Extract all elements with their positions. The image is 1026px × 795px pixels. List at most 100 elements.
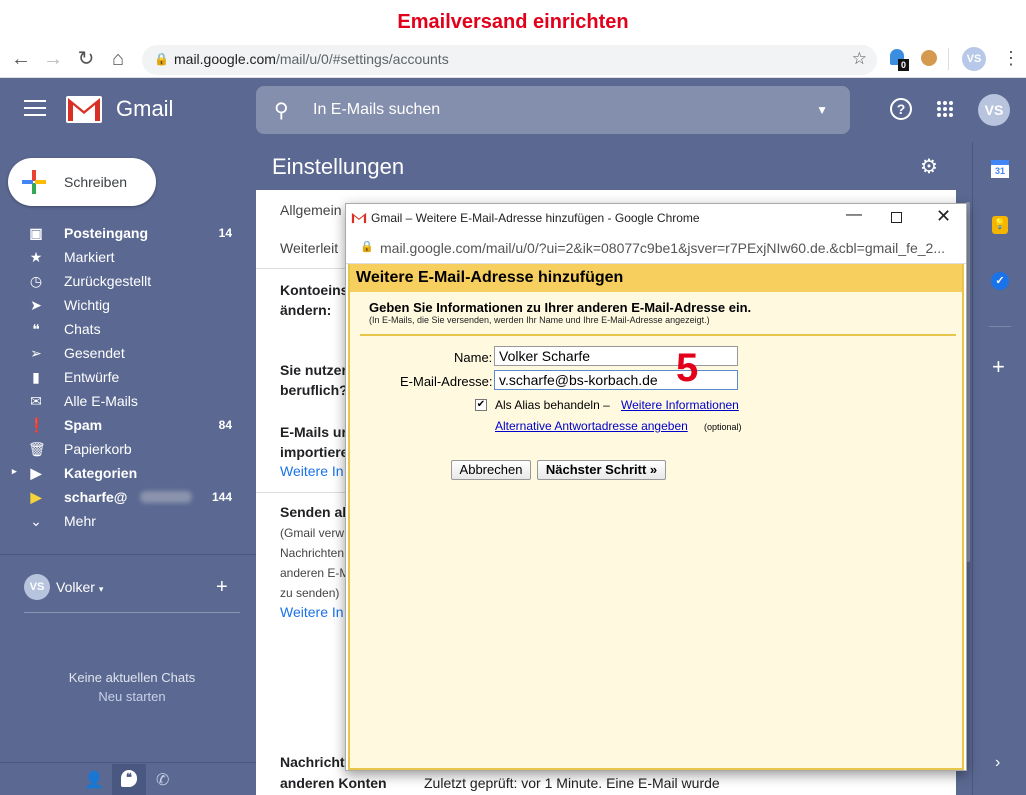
expand-arrow-icon[interactable]: ▸	[12, 466, 17, 477]
nav-item-spam[interactable]: ❗ Spam 84	[0, 414, 256, 438]
section-sendas-label: Senden als	[280, 504, 354, 520]
compose-button[interactable]: Schreiben	[8, 158, 156, 206]
maximize-icon[interactable]	[891, 212, 902, 223]
important-icon: ➤	[30, 297, 42, 313]
nav-label: Posteingang	[64, 225, 149, 241]
next-step-button[interactable]: Nächster Schritt »	[537, 460, 666, 480]
reload-icon[interactable]: ↻	[75, 48, 97, 70]
apps-grid-icon[interactable]	[936, 100, 954, 118]
settings-gear-icon[interactable]: ⚙	[920, 154, 938, 179]
search-input[interactable]: In E-Mails suchen	[313, 101, 440, 119]
nav-item-categories[interactable]: ▸ ▶ Kategorien	[0, 462, 256, 486]
nav-item-more[interactable]: ⌄ Mehr	[0, 510, 256, 534]
popup-heading-bar: Weitere E-Mail-Adresse hinzufügen	[350, 264, 962, 292]
close-icon[interactable]: ✕	[936, 206, 951, 227]
main-menu-icon[interactable]	[24, 100, 46, 118]
keep-icon[interactable]: 💡	[992, 216, 1008, 234]
minimize-icon[interactable]: —	[846, 206, 862, 224]
compose-label: Schreiben	[64, 174, 128, 190]
profile-avatar[interactable]: VS	[962, 47, 986, 71]
nav-item-starred[interactable]: ★ Markiert	[0, 246, 256, 270]
tasks-icon[interactable]: ✓	[991, 272, 1009, 290]
nav-label: Chats	[64, 321, 101, 337]
gmail-logo-text: Gmail	[116, 96, 174, 121]
hangouts-tab[interactable]: ❝	[112, 764, 146, 795]
account-avatar[interactable]: VS	[978, 94, 1010, 126]
name-label: Name:	[454, 350, 493, 365]
nav-item-sent[interactable]: ➢ Gesendet	[0, 342, 256, 366]
send-icon: ➢	[30, 345, 42, 361]
nav-label: Wichtig	[64, 297, 110, 313]
search-bar[interactable]: ⚲ In E-Mails suchen ▼	[256, 86, 850, 134]
cancel-button[interactable]: Abbrechen	[451, 460, 531, 480]
alias-checkbox[interactable]: ✔	[475, 399, 487, 411]
label-yellow-icon: ▶	[30, 489, 42, 505]
compose-plus-icon	[22, 170, 46, 194]
sendas-info-link[interactable]: Weitere In	[280, 604, 344, 620]
hangouts-user[interactable]: Volker ▾	[56, 579, 103, 595]
tab-general[interactable]: Allgemein	[280, 202, 341, 218]
popup-address-bar[interactable]: 🔒 mail.google.com/mail/u/0/?ui=2&ik=0807…	[346, 232, 966, 264]
step-marker: 5	[676, 346, 699, 390]
nav-item-inbox[interactable]: ▣ Posteingang 14	[0, 222, 256, 246]
popup-titlebar: Gmail – Weitere E-Mail-Adresse hinzufüge…	[346, 204, 966, 232]
home-icon[interactable]: ⌂	[107, 48, 129, 70]
nav-item-important[interactable]: ➤ Wichtig	[0, 294, 256, 318]
nav-item-chats[interactable]: ❝ Chats	[0, 318, 256, 342]
nav-label: scharfe@	[64, 489, 128, 505]
nav-item-trash[interactable]: 🗑 Papierkorb	[0, 438, 256, 462]
trash-icon: 🗑	[28, 441, 46, 457]
nav-label: Entwürfe	[64, 369, 120, 385]
cookie-extension-icon[interactable]	[921, 50, 937, 66]
gmail-logo-icon	[66, 96, 102, 123]
name-field[interactable]: Volker Scharfe	[494, 346, 738, 366]
extension-icon[interactable]: 0	[890, 49, 909, 71]
nav-count: 144	[211, 490, 232, 504]
popup-window: Gmail – Weitere E-Mail-Adresse hinzufüge…	[345, 203, 967, 771]
chrome-menu-icon[interactable]: ⋮	[1002, 48, 1020, 68]
back-icon[interactable]: ←	[10, 48, 32, 70]
page-title: Einstellungen	[272, 154, 405, 179]
reply-address-link[interactable]: Alternative Antwortadresse angeben	[495, 419, 688, 433]
nav-item-all-mail[interactable]: ✉ Alle E-Mails	[0, 390, 256, 414]
contacts-icon[interactable]: 👤	[84, 770, 104, 790]
lock-icon: 🔒	[154, 52, 169, 66]
alias-info-link[interactable]: Weitere Informationen	[621, 398, 739, 412]
forward-icon[interactable]: →	[42, 48, 64, 70]
chat-icon: ❝	[32, 321, 40, 337]
calendar-icon[interactable]: 31	[991, 160, 1009, 178]
tab-forwarding[interactable]: Weiterleit	[280, 240, 338, 256]
start-chat-link[interactable]: Neu starten	[0, 689, 264, 704]
nav-label: Zurückgestellt	[64, 273, 152, 289]
gmail-favicon-icon	[351, 212, 367, 224]
nav-label: Papierkorb	[64, 441, 132, 457]
section-check-label-2: anderen Konten	[280, 775, 387, 791]
nav-item-drafts[interactable]: ▮ Entwürfe	[0, 366, 256, 390]
nav-label: Markiert	[64, 249, 115, 265]
import-info-link[interactable]: Weitere In	[280, 463, 344, 479]
email-field[interactable]: v.scharfe@bs-korbach.de	[494, 370, 738, 390]
search-options-icon[interactable]: ▼	[816, 103, 828, 117]
section-business-label-2: beruflich?	[280, 382, 348, 398]
nav-label: Spam	[64, 417, 103, 433]
nav-item-snoozed[interactable]: ◷ Zurückgestellt	[0, 270, 256, 294]
add-contact-icon[interactable]: +	[216, 576, 228, 599]
sendas-desc-2: Nachrichten	[280, 546, 345, 560]
mail-icon: ✉	[30, 393, 42, 409]
add-addon-icon[interactable]: +	[992, 356, 1005, 378]
expand-panel-icon[interactable]: ›	[995, 754, 1000, 772]
search-icon[interactable]: ⚲	[274, 98, 289, 123]
section-account-label-2: ändern:	[280, 302, 332, 318]
nav-count: 14	[218, 226, 232, 240]
address-bar[interactable]: 🔒 mail.google.com/mail/u/0/#settings/acc…	[142, 45, 877, 75]
help-icon[interactable]: ?	[890, 98, 912, 120]
clock-icon: ◷	[29, 273, 43, 289]
phone-icon[interactable]: ✆	[156, 770, 169, 790]
popup-window-title: Gmail – Weitere E-Mail-Adresse hinzufüge…	[371, 211, 700, 225]
hangouts-avatar[interactable]: VS	[24, 574, 50, 600]
nav-item-scharfe[interactable]: ▶ scharfe@ 144	[0, 486, 256, 510]
side-panel: 31 💡 ✓ + ›	[972, 142, 1026, 795]
section-import-label: E-Mails ur	[280, 424, 347, 440]
bookmark-star-icon[interactable]: ☆	[852, 49, 867, 69]
chevron-down-icon: ⌄	[30, 513, 42, 529]
